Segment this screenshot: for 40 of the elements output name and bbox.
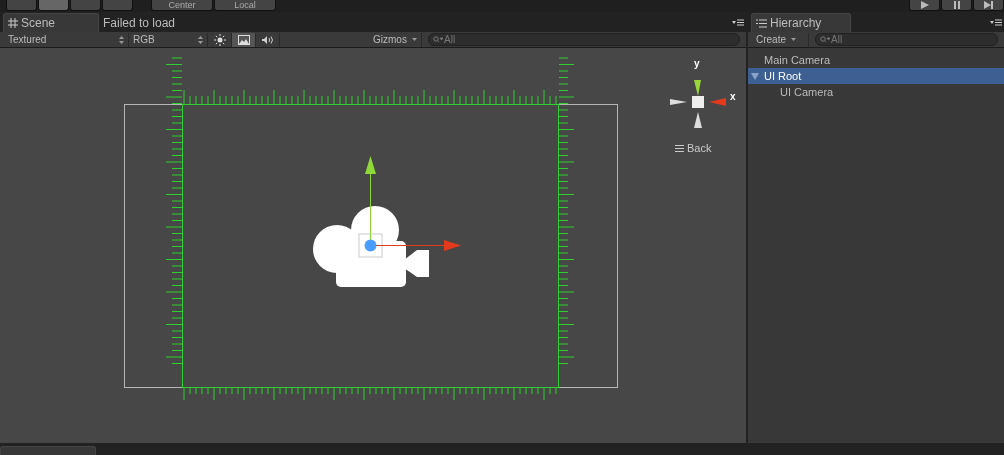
step-icon: [983, 1, 994, 9]
updown-arrows-icon: [119, 35, 124, 44]
view-mode-button[interactable]: Back: [675, 142, 712, 154]
updown-arrows-icon: [198, 35, 203, 44]
grid-icon: [8, 18, 18, 28]
pause-icon: [951, 1, 962, 9]
pivot-dot: [364, 239, 377, 252]
create-dropdown[interactable]: Create: [752, 32, 809, 47]
pivot-button[interactable]: Center: [151, 0, 213, 11]
play-icon: [919, 1, 930, 9]
camera-icon: [313, 206, 429, 287]
play-button[interactable]: [909, 0, 940, 11]
expand-arrow-icon[interactable]: [751, 72, 759, 80]
hierarchy-item[interactable]: UI Camera: [748, 84, 1004, 100]
panel-tab[interactable]: Failed to load: [99, 14, 184, 32]
hierarchy-tab[interactable]: Hierarchy: [751, 13, 851, 32]
step-button[interactable]: [973, 0, 1004, 11]
panel-menu-icon[interactable]: [732, 19, 744, 26]
search-icon: [433, 36, 443, 43]
channel-dropdown[interactable]: RGB: [129, 32, 208, 47]
y-axis-label: y: [694, 58, 700, 69]
image-toggle[interactable]: [232, 32, 256, 47]
render-mode-dropdown[interactable]: Textured: [4, 32, 129, 47]
hierarchy-item[interactable]: Main Camera: [748, 52, 1004, 68]
hierarchy-item[interactable]: UI Root: [748, 68, 1004, 84]
pause-button[interactable]: [941, 0, 972, 11]
caret-icon: [791, 38, 796, 41]
pivot-button[interactable]: Local: [214, 0, 276, 11]
landscape-icon: [237, 34, 250, 45]
caret-icon: [411, 38, 417, 41]
menu-icon: [675, 144, 684, 152]
panel-tab[interactable]: Scene: [3, 13, 99, 32]
search-icon: [820, 36, 830, 43]
panel-menu-icon[interactable]: [990, 19, 1002, 26]
gizmos-dropdown[interactable]: Gizmos: [369, 32, 422, 47]
pivot-box: [358, 233, 383, 258]
list-icon: [756, 18, 767, 28]
sun-icon: [213, 33, 226, 46]
x-axis-label: x: [730, 91, 736, 102]
speaker-icon: [260, 34, 275, 45]
